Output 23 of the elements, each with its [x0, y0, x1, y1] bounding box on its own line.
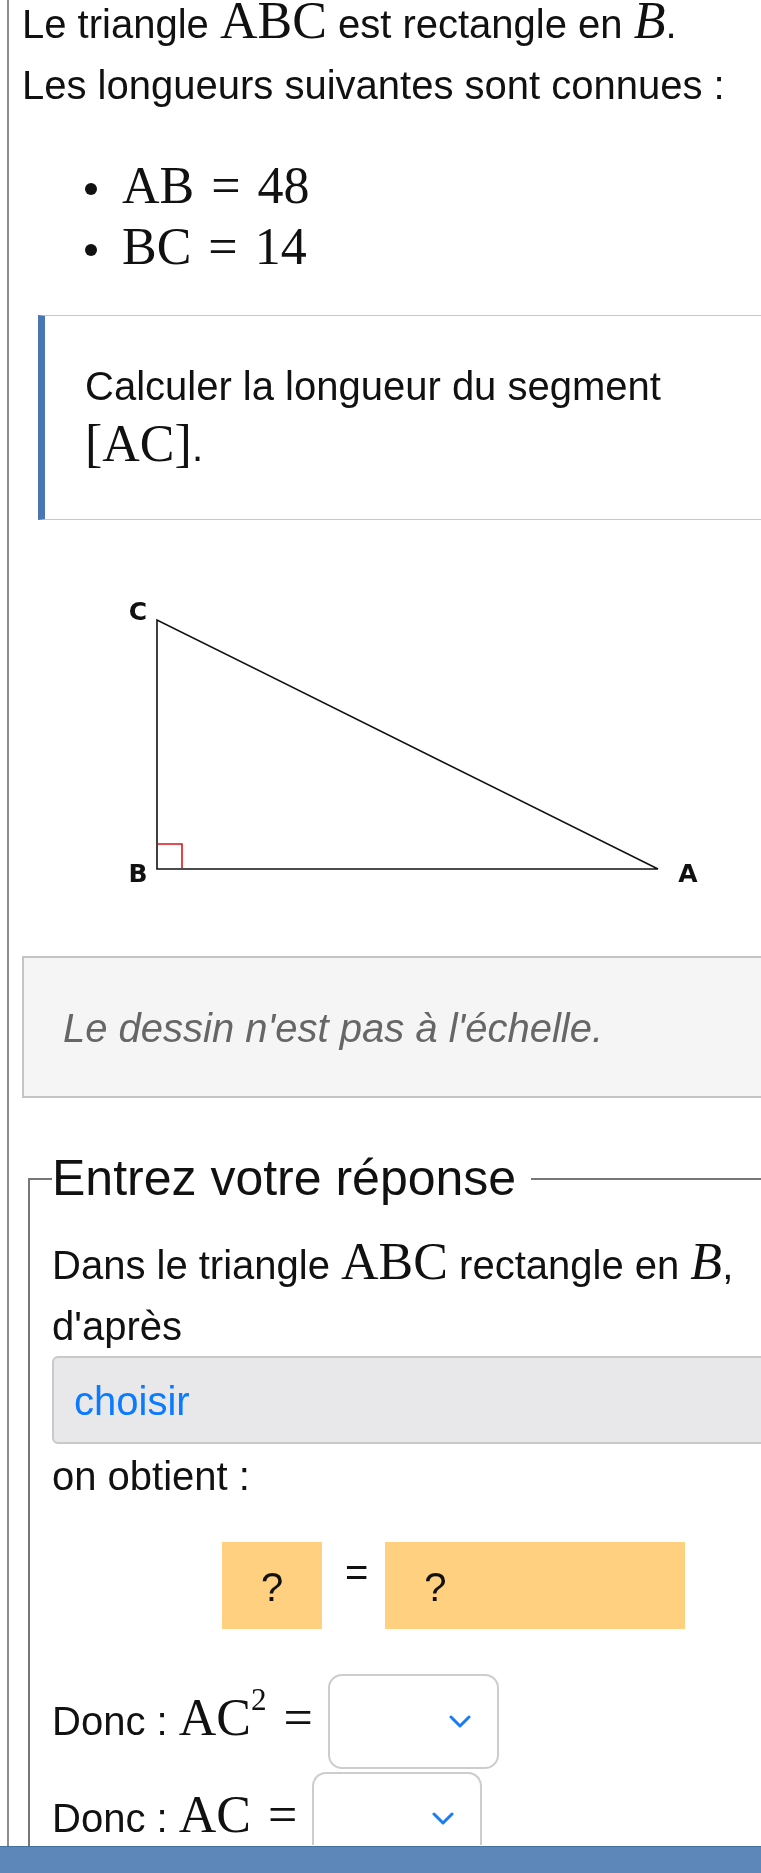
- vertex-label: B: [128, 859, 148, 888]
- answer-dropdown[interactable]: [327, 1674, 499, 1769]
- chevron-icon: [432, 1812, 455, 1825]
- conclusion-text: Donc : AC =: [52, 1788, 298, 1845]
- given-intro: Les longueurs suivantes sont connues :: [22, 61, 726, 109]
- problem-statement: Le triangle ABC est rectangle en B.: [22, 0, 678, 49]
- conclusion-text: Donc : AC$^{2}$ =: [52, 1691, 313, 1748]
- bullet-icon: [85, 182, 97, 195]
- given-length: AB = 48: [122, 156, 310, 216]
- vertex-label: C: [128, 597, 148, 626]
- answer-legend: Entrez votre réponse: [52, 1151, 532, 1206]
- answer-slot[interactable]: ?: [385, 1542, 686, 1629]
- vertex-label: A: [678, 859, 698, 888]
- note-text: Le dessin n'est pas à l'échelle.: [63, 1005, 605, 1052]
- chevron-icon: [448, 1715, 471, 1728]
- bullet-icon: [85, 243, 97, 256]
- answer-slot[interactable]: ?: [222, 1542, 322, 1629]
- answer-dropdown[interactable]: [312, 1772, 483, 1845]
- task-text: Calculer la longueur du segment [AC].: [85, 363, 662, 474]
- result-intro: on obtient :: [52, 1453, 251, 1500]
- answer-intro: Dans le triangle ABC rectangle en B, d'après: [52, 1235, 735, 1350]
- given-length: BC = 14: [122, 217, 307, 277]
- equals-sign: =: [345, 1549, 369, 1596]
